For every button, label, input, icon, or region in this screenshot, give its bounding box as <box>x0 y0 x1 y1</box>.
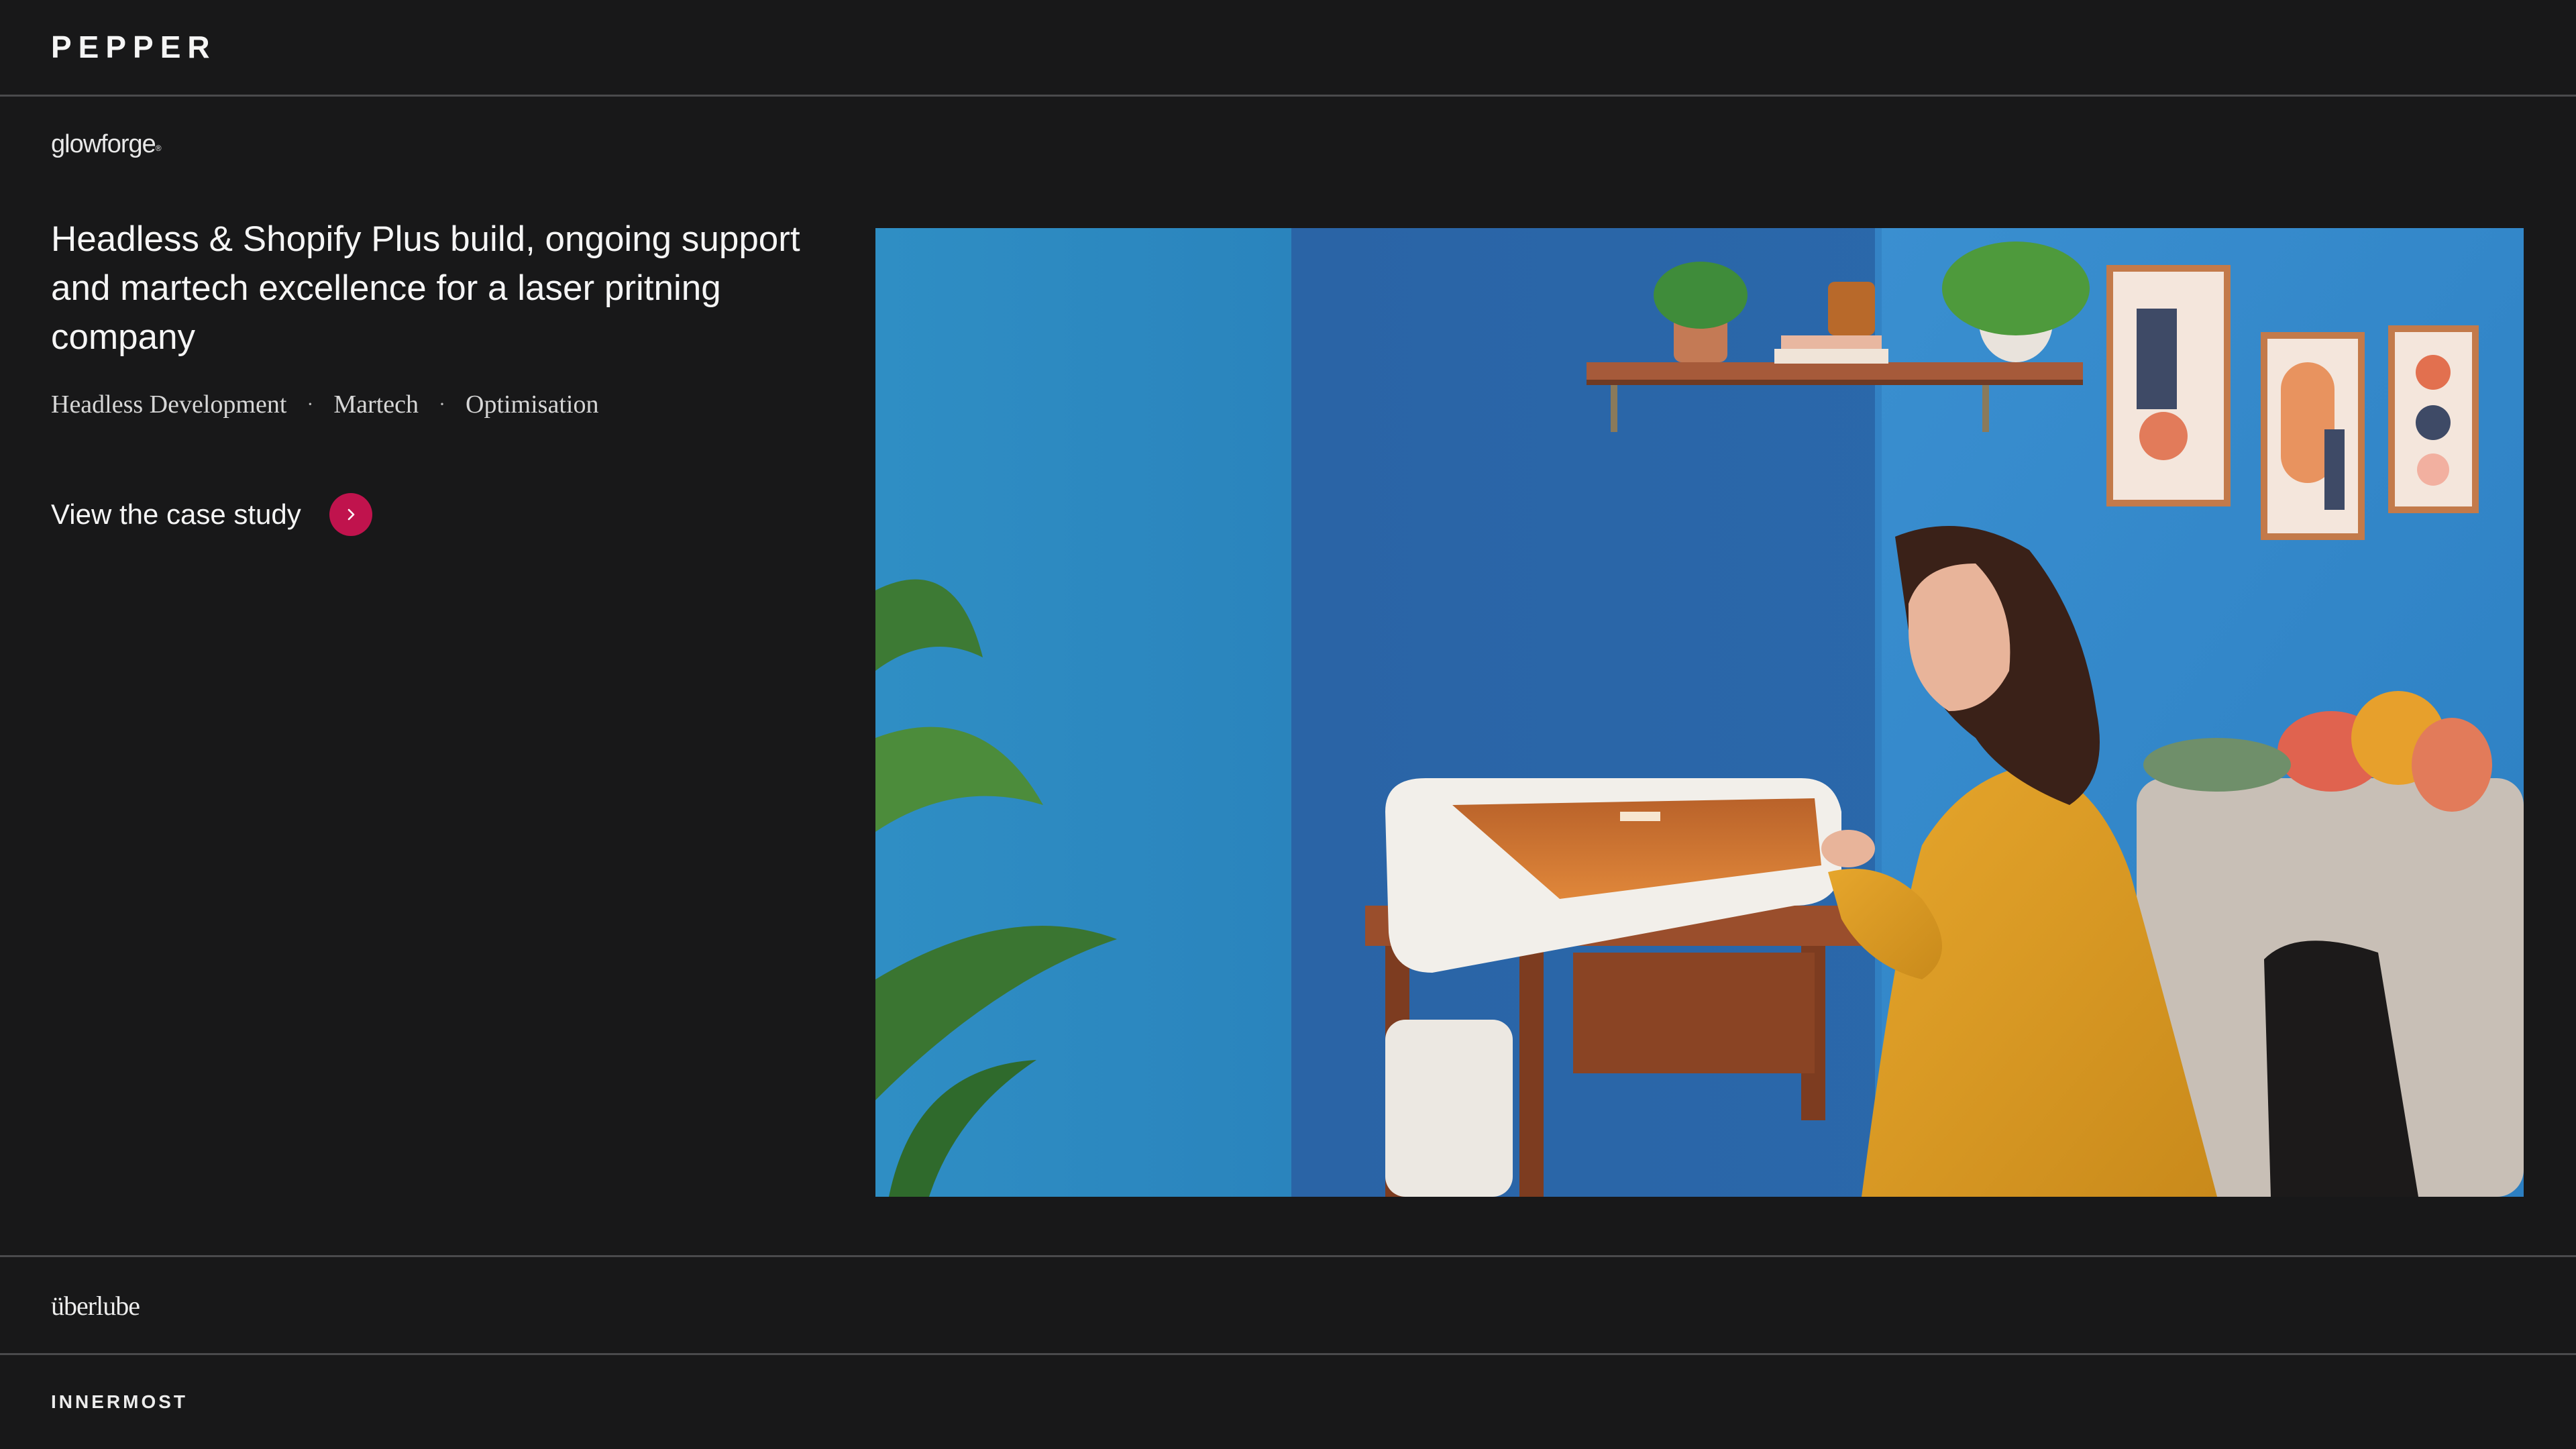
glowforge-logo-text: glowforge <box>51 130 156 158</box>
section-divider <box>0 1255 2576 1257</box>
tag-headless-development: Headless Development <box>51 390 287 419</box>
tag-separator: · <box>307 393 314 415</box>
glowforge-logo: glowforge® <box>51 127 162 161</box>
hero-photo[interactable] <box>875 228 2524 1197</box>
innermost-logo[interactable]: INNERMOST <box>51 1389 188 1415</box>
tag-separator: · <box>439 393 445 415</box>
pepper-logo[interactable]: PEPPER <box>51 30 217 64</box>
chevron-right-icon[interactable] <box>329 493 372 536</box>
section-divider <box>0 1353 2576 1355</box>
view-case-study-link[interactable]: View the case study <box>51 493 372 536</box>
page: PEPPER glowforge® Headless & Shopify Plu… <box>0 0 2576 1449</box>
uberlube-logo[interactable]: überlube <box>51 1288 140 1324</box>
top-bar: PEPPER <box>0 0 2576 97</box>
view-case-study-label[interactable]: View the case study <box>51 494 301 535</box>
service-tags: Headless Development · Martech · Optimis… <box>51 388 598 421</box>
trademark-mark: ® <box>155 144 162 153</box>
project-headline: Headless & Shopify Plus build, ongoing s… <box>51 219 800 357</box>
hero-photo-illustration <box>875 228 2524 1197</box>
tag-martech: Martech <box>333 390 419 419</box>
tag-optimisation: Optimisation <box>466 390 599 419</box>
